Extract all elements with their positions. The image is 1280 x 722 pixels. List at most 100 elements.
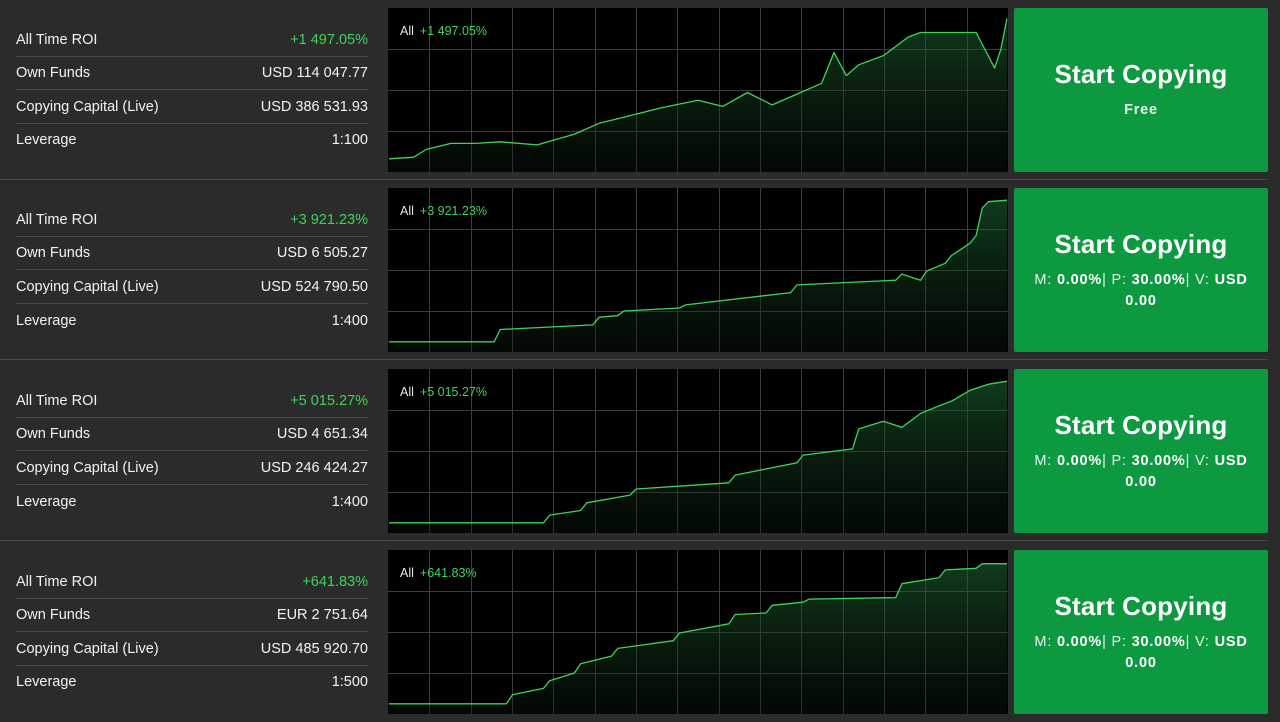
stat-own-funds: Own Funds USD 114 047.77	[16, 56, 368, 90]
fee-p-label: | P:	[1102, 452, 1127, 469]
stat-leverage: Leverage 1:100	[16, 123, 368, 156]
stat-copying-capital: Copying Capital (Live) USD 485 920.70	[16, 632, 368, 666]
strategy-row: All Time ROI +641.83% Own Funds EUR 2 75…	[0, 542, 1280, 722]
fee-info: M: 0.00%| P: 30.00%| V: USD 0.00	[1014, 451, 1268, 493]
stat-label: All Time ROI	[16, 211, 98, 228]
chart-roi: +641.83%	[419, 566, 477, 580]
fee-v-label: | V:	[1185, 633, 1210, 650]
leverage-value: 1:100	[331, 131, 368, 148]
fee-info: M: 0.00%| P: 30.00%| V: USD 0.00	[1014, 632, 1268, 674]
own-funds-value: EUR 2 751.64	[276, 606, 368, 623]
chart-roi: +5 015.27%	[419, 385, 487, 399]
chart-label: All +1 497.05%	[400, 24, 487, 38]
roi-value: +5 015.27%	[290, 392, 368, 409]
stat-label: Leverage	[16, 131, 77, 148]
fee-m-label: M:	[1034, 633, 1053, 650]
fee-m-label: M:	[1034, 452, 1053, 469]
roi-value: +1 497.05%	[290, 31, 368, 48]
stat-roi: All Time ROI +3 921.23%	[16, 203, 368, 237]
stat-label: Leverage	[16, 312, 77, 329]
range-selector[interactable]: All	[400, 385, 414, 399]
button-subtitle: Free	[1116, 100, 1166, 121]
stat-label: Leverage	[16, 493, 77, 510]
stat-label: All Time ROI	[16, 31, 98, 48]
range-selector[interactable]: All	[400, 566, 414, 580]
chart-label: All +641.83%	[400, 566, 477, 580]
chart-label: All +3 921.23%	[400, 204, 487, 218]
fee-p-label: | P:	[1102, 633, 1127, 650]
button-title: Start Copying	[1054, 228, 1228, 259]
range-selector[interactable]: All	[400, 24, 414, 38]
stats-panel: All Time ROI +5 015.27% Own Funds USD 4 …	[16, 361, 368, 541]
stat-own-funds: Own Funds EUR 2 751.64	[16, 598, 368, 632]
stat-roi: All Time ROI +1 497.05%	[16, 23, 368, 57]
start-copying-button[interactable]: Start Copying M: 0.00%| P: 30.00%| V: US…	[1014, 188, 1268, 352]
strategy-row: All Time ROI +5 015.27% Own Funds USD 4 …	[0, 361, 1280, 541]
fee-p-value: 30.00%	[1131, 271, 1186, 288]
stat-leverage: Leverage 1:400	[16, 485, 368, 518]
own-funds-value: USD 4 651.34	[276, 425, 368, 442]
equity-chart[interactable]: All +641.83%	[388, 550, 1008, 714]
stats-panel: All Time ROI +1 497.05% Own Funds USD 11…	[16, 0, 368, 180]
equity-area	[389, 381, 1007, 533]
fee-p-label: | P:	[1102, 271, 1127, 288]
stat-copying-capital: Copying Capital (Live) USD 524 790.50	[16, 270, 368, 304]
stat-label: All Time ROI	[16, 573, 98, 590]
stat-label: Leverage	[16, 673, 77, 690]
copying-capital-value: USD 386 531.93	[260, 98, 368, 115]
roi-value: +641.83%	[302, 573, 368, 590]
row-divider	[0, 359, 1268, 360]
chart-label: All +5 015.27%	[400, 385, 487, 399]
own-funds-value: USD 114 047.77	[261, 64, 368, 81]
start-copying-button[interactable]: Start Copying Free	[1014, 8, 1268, 172]
stat-leverage: Leverage 1:400	[16, 304, 368, 337]
fee-p-value: 30.00%	[1131, 452, 1186, 469]
leverage-value: 1:500	[331, 673, 368, 690]
button-title: Start Copying	[1054, 590, 1228, 621]
leverage-value: 1:400	[331, 312, 368, 329]
stat-label: Own Funds	[16, 606, 91, 623]
range-selector[interactable]: All	[400, 204, 414, 218]
strategy-row: All Time ROI +1 497.05% Own Funds USD 11…	[0, 0, 1280, 180]
leverage-value: 1:400	[331, 493, 368, 510]
start-copying-button[interactable]: Start Copying M: 0.00%| P: 30.00%| V: US…	[1014, 369, 1268, 533]
copying-capital-value: USD 246 424.27	[260, 459, 368, 476]
strategy-row: All Time ROI +3 921.23% Own Funds USD 6 …	[0, 180, 1280, 360]
stat-roi: All Time ROI +641.83%	[16, 565, 368, 599]
chart-roi: +3 921.23%	[419, 204, 487, 218]
own-funds-value: USD 6 505.27	[276, 244, 368, 261]
free-label: Free	[1124, 102, 1158, 118]
fee-m-value: 0.00%	[1056, 271, 1103, 288]
equity-area	[389, 18, 1007, 172]
fee-p-value: 30.00%	[1131, 633, 1186, 650]
equity-chart[interactable]: All +3 921.23%	[388, 188, 1008, 352]
equity-chart[interactable]: All +5 015.27%	[388, 369, 1008, 533]
fee-info: M: 0.00%| P: 30.00%| V: USD 0.00	[1014, 270, 1268, 312]
fee-m-label: M:	[1034, 271, 1053, 288]
stat-label: Copying Capital (Live)	[16, 640, 159, 657]
stat-label: Own Funds	[16, 244, 91, 261]
equity-chart[interactable]: All +1 497.05%	[388, 8, 1008, 172]
stat-label: Copying Capital (Live)	[16, 98, 159, 115]
button-title: Start Copying	[1054, 409, 1228, 440]
chart-roi: +1 497.05%	[419, 24, 487, 38]
stat-label: Copying Capital (Live)	[16, 278, 159, 295]
fee-m-value: 0.00%	[1056, 452, 1103, 469]
copying-capital-value: USD 485 920.70	[260, 640, 368, 657]
equity-area	[389, 563, 1007, 714]
fee-v-label: | V:	[1185, 271, 1210, 288]
stat-label: Copying Capital (Live)	[16, 459, 159, 476]
stat-copying-capital: Copying Capital (Live) USD 246 424.27	[16, 451, 368, 485]
stats-panel: All Time ROI +641.83% Own Funds EUR 2 75…	[16, 542, 368, 722]
stat-own-funds: Own Funds USD 6 505.27	[16, 236, 368, 270]
stat-leverage: Leverage 1:500	[16, 665, 368, 698]
chart-svg	[388, 550, 1008, 714]
roi-value: +3 921.23%	[290, 211, 368, 228]
stat-roi: All Time ROI +5 015.27%	[16, 384, 368, 418]
stat-own-funds: Own Funds USD 4 651.34	[16, 417, 368, 451]
fee-m-value: 0.00%	[1056, 633, 1103, 650]
start-copying-button[interactable]: Start Copying M: 0.00%| P: 30.00%| V: US…	[1014, 550, 1268, 714]
stat-label: Own Funds	[16, 64, 91, 81]
stats-panel: All Time ROI +3 921.23% Own Funds USD 6 …	[16, 180, 368, 360]
stat-label: All Time ROI	[16, 392, 98, 409]
